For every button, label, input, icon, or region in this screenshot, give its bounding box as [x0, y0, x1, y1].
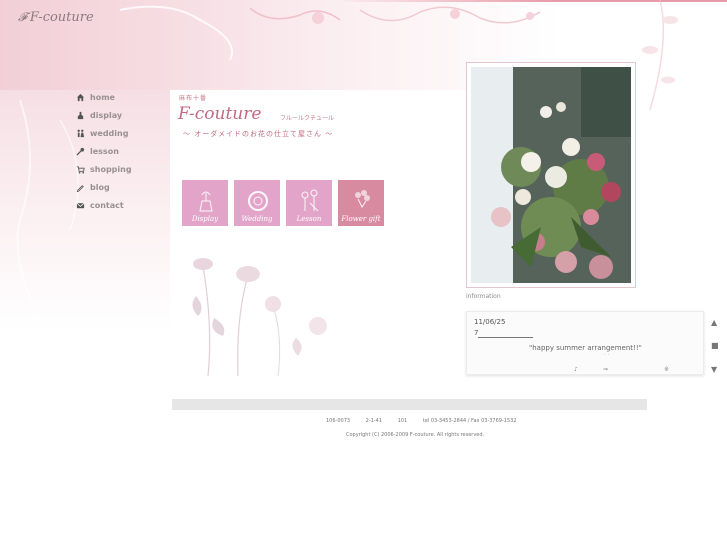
- information-heading: information: [466, 293, 501, 300]
- tile-label-display: Display: [191, 215, 219, 223]
- footer-bar: [172, 399, 647, 410]
- lesson-icon: [76, 147, 85, 156]
- footer-copyright: Copyright (C) 2006-2009 F-couture. All r…: [346, 432, 485, 438]
- footer-address: 106-0073 2-1-41 101 tel 03-3453-2844 / F…: [326, 418, 531, 424]
- brand-kana: フルールクチュール: [280, 115, 335, 122]
- nav-label-contact: contact: [90, 200, 124, 210]
- info-message: "happy summer arrangement!!": [529, 344, 642, 352]
- bouquet-icon: [355, 190, 370, 208]
- info-link[interactable]: 7: [474, 329, 478, 337]
- display-icon: [77, 111, 84, 119]
- wreath-icon: [248, 191, 268, 211]
- stop-icon[interactable]: ■: [711, 341, 719, 350]
- brand-title: F-couture: [178, 104, 262, 124]
- tile-wedding[interactable]: Wedding: [233, 179, 281, 227]
- info-link-underline: [478, 337, 533, 338]
- logo-text: F-couture: [29, 10, 94, 25]
- nav-item-contact[interactable]: contact: [76, 196, 132, 214]
- main-nav: home display wedding lesson shopping blo…: [76, 88, 132, 214]
- tile-display[interactable]: Display: [181, 179, 229, 227]
- logo-mark: 𝓕: [18, 10, 27, 24]
- arrow-right-icon[interactable]: ⇒: [603, 366, 608, 373]
- pen-icon: [76, 184, 84, 192]
- nav-label-shopping: shopping: [90, 164, 132, 174]
- brand-location: 麻布十番: [179, 95, 208, 102]
- brand-tagline: ～ オーダメイドのお花の仕立て屋さん ～: [183, 130, 334, 138]
- decorative-leaves-right: [642, 0, 678, 110]
- scissors-flower-icon: [301, 189, 319, 212]
- info-date: 11/06/25: [474, 318, 506, 326]
- mail-icon: [76, 202, 85, 208]
- footer-postal-code: 106-0073: [326, 418, 351, 424]
- footer-phone: tel 03-3453-2844 / Fax 03-3769-1532: [422, 418, 517, 424]
- scroll-up-icon[interactable]: ▲: [711, 318, 717, 327]
- home-icon: [76, 93, 85, 101]
- tile-label-flower-gift: Flower gift: [341, 215, 381, 223]
- nav-label-home: home: [90, 92, 115, 102]
- nav-item-shopping[interactable]: shopping: [76, 160, 132, 178]
- nav-item-blog[interactable]: blog: [76, 178, 132, 196]
- scroll-down-icon[interactable]: ▼: [711, 365, 717, 374]
- tile-flower-gift[interactable]: Flower gift: [337, 179, 385, 227]
- wedding-icon: [77, 129, 85, 137]
- vase-icon: [199, 191, 213, 212]
- nav-item-display[interactable]: display: [76, 106, 132, 124]
- tile-lesson[interactable]: Lesson: [285, 179, 333, 227]
- nav-label-wedding: wedding: [90, 128, 129, 138]
- nav-label-blog: blog: [90, 182, 110, 192]
- reference-mark-icon[interactable]: ※: [664, 366, 669, 373]
- tile-label-lesson: Lesson: [296, 215, 322, 223]
- flower-photo-rendering: [471, 67, 631, 283]
- decorative-flower-illustration: [192, 258, 327, 376]
- information-box: 11/06/25 7 "happy summer arrangement!!" …: [466, 311, 704, 375]
- featured-photo-frame: [466, 62, 636, 288]
- flower-arrangement-photo: [471, 67, 631, 283]
- site-logo[interactable]: 𝓕 F-couture: [18, 10, 94, 25]
- footer-street: 2-1-41: [365, 418, 383, 424]
- footer-room: 101: [397, 418, 408, 424]
- nav-item-wedding[interactable]: wedding: [76, 124, 132, 142]
- nav-label-lesson: lesson: [90, 146, 119, 156]
- music-icon[interactable]: ♪: [574, 366, 578, 373]
- info-dots: ˙ ˙: [603, 354, 610, 360]
- tile-label-wedding: Wedding: [241, 215, 273, 223]
- cart-icon: [76, 165, 85, 174]
- nav-item-lesson[interactable]: lesson: [76, 142, 132, 160]
- nav-label-display: display: [90, 110, 123, 120]
- nav-item-home[interactable]: home: [76, 88, 132, 106]
